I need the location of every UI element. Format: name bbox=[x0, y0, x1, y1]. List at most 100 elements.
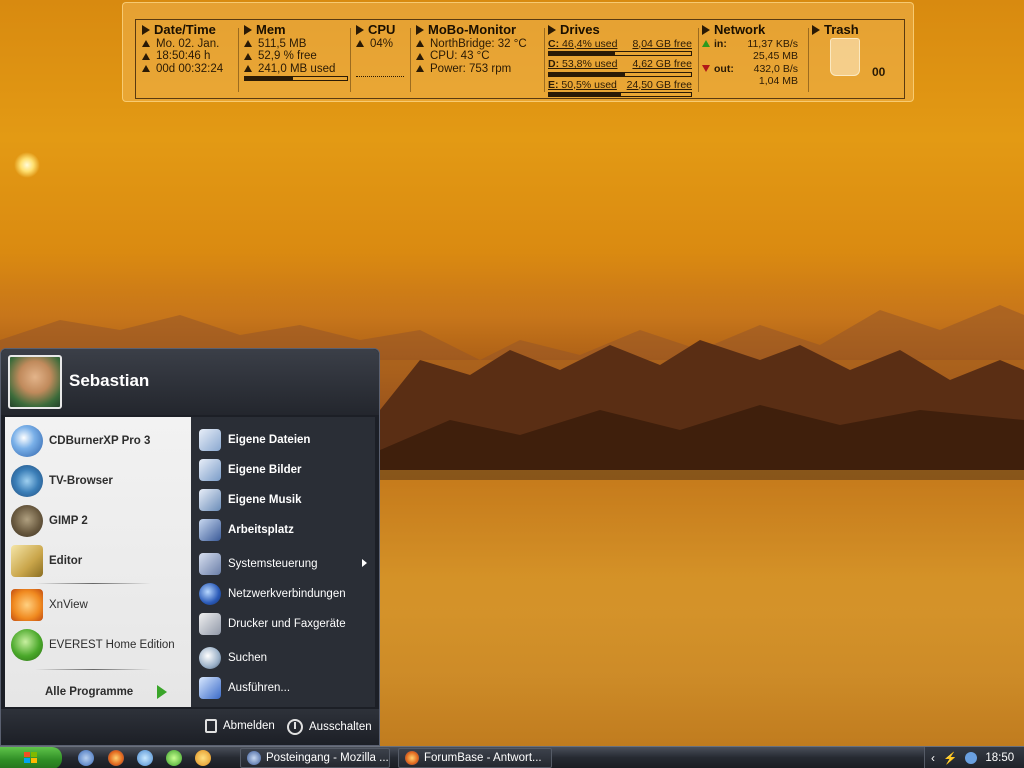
program-label: XnView bbox=[49, 599, 88, 611]
cpu-title: CPU bbox=[368, 22, 396, 37]
place-label: Eigene Bilder bbox=[228, 464, 302, 476]
drives-title: Drives bbox=[560, 22, 600, 37]
program-tv-browser[interactable]: TV-Browser bbox=[11, 465, 113, 497]
expand-icon bbox=[142, 25, 150, 36]
quicklaunch-app2-icon[interactable] bbox=[166, 750, 182, 766]
program-gimp[interactable]: GIMP 2 bbox=[11, 505, 88, 537]
notepad-icon bbox=[11, 545, 43, 577]
documents-icon bbox=[199, 429, 221, 451]
place-my-music[interactable]: Eigene Musik bbox=[199, 489, 302, 511]
logoff-button[interactable]: Abmelden bbox=[205, 719, 275, 733]
drive-usage-fill bbox=[549, 52, 615, 55]
quicklaunch-app3-icon[interactable] bbox=[195, 750, 211, 766]
mem-header[interactable]: Mem bbox=[244, 23, 348, 37]
printer-icon bbox=[199, 613, 221, 635]
system-control-panel[interactable]: Systemsteuerung bbox=[199, 553, 318, 575]
firefox-icon bbox=[405, 751, 419, 765]
program-label: GIMP 2 bbox=[49, 515, 88, 527]
divider bbox=[350, 28, 351, 92]
system-printers[interactable]: Drucker und Faxgeräte bbox=[199, 613, 346, 635]
drive-e[interactable]: E: 50,5% used 24,50 GB free bbox=[548, 79, 696, 97]
quicklaunch-app-icon[interactable] bbox=[137, 750, 153, 766]
place-my-computer[interactable]: Arbeitsplatz bbox=[199, 519, 294, 541]
mobo-header[interactable]: MoBo-Monitor bbox=[416, 23, 542, 37]
cpu-header[interactable]: CPU bbox=[356, 22, 406, 37]
divider bbox=[698, 28, 699, 92]
tray-expand-chevron-icon[interactable]: ‹ bbox=[931, 751, 935, 765]
place-my-pictures[interactable]: Eigene Bilder bbox=[199, 459, 302, 481]
drive-d[interactable]: D: 53,8% used 4,62 GB free bbox=[548, 58, 696, 77]
task-label: ForumBase - Antwort... bbox=[424, 752, 542, 764]
bullet-icon bbox=[416, 52, 424, 60]
network-title: Network bbox=[714, 22, 766, 37]
program-label: CDBurnerXP Pro 3 bbox=[49, 435, 151, 447]
menu-divider bbox=[35, 669, 151, 670]
place-label: Eigene Dateien bbox=[228, 434, 311, 446]
drive-usage-fill bbox=[549, 93, 621, 96]
mem-usage-bar bbox=[244, 76, 348, 81]
bullet-icon bbox=[244, 52, 252, 60]
menu-divider bbox=[35, 583, 151, 584]
start-menu-header: Sebastian bbox=[1, 349, 379, 415]
mobo-panel: MoBo-Monitor NorthBridge: 32 °C CPU: 43 … bbox=[416, 23, 542, 75]
datetime-header[interactable]: Date/Time bbox=[142, 23, 238, 37]
quicklaunch-firefox-icon[interactable] bbox=[108, 750, 124, 766]
clock[interactable]: 18:50 bbox=[985, 752, 1014, 764]
recycle-bin-icon[interactable] bbox=[830, 38, 860, 76]
logoff-label: Abmelden bbox=[223, 720, 275, 732]
drive-used: 46,4% used bbox=[562, 37, 618, 50]
program-editor[interactable]: Editor bbox=[11, 545, 82, 577]
wallpaper-sun bbox=[14, 152, 40, 178]
cpu-value: 04% bbox=[370, 37, 394, 50]
system-search[interactable]: Suchen bbox=[199, 647, 267, 669]
uptime-value: 00d 00:32:24 bbox=[156, 62, 224, 75]
network-header[interactable]: Network bbox=[702, 22, 806, 37]
place-my-documents[interactable]: Eigene Dateien bbox=[199, 429, 310, 451]
windows-logo-icon bbox=[24, 752, 37, 763]
bullet-icon bbox=[416, 65, 424, 73]
tray-lightning-icon[interactable]: ⚡ bbox=[943, 751, 957, 765]
music-icon bbox=[199, 489, 221, 511]
system-network-connections[interactable]: Netzwerkverbindungen bbox=[199, 583, 346, 605]
wallpaper-water bbox=[376, 470, 1024, 750]
drive-free: 8,04 GB free bbox=[632, 37, 692, 50]
task-thunderbird[interactable]: Posteingang - Mozilla ... bbox=[240, 748, 390, 768]
power-icon bbox=[287, 719, 303, 735]
system-label: Netzwerkverbindungen bbox=[228, 588, 346, 600]
program-xnview[interactable]: XnView bbox=[11, 589, 88, 621]
all-programs-button[interactable]: Alle Programme bbox=[45, 685, 168, 699]
task-firefox[interactable]: ForumBase - Antwort... bbox=[398, 748, 552, 768]
drive-c[interactable]: C: 46,4% used 8,04 GB free bbox=[548, 37, 696, 56]
trash-count: 00 bbox=[872, 65, 886, 79]
download-arrow-icon bbox=[702, 40, 710, 48]
run-icon bbox=[199, 677, 221, 699]
trash-header[interactable]: Trash bbox=[812, 23, 902, 37]
bullet-icon bbox=[244, 40, 252, 48]
computer-icon bbox=[199, 519, 221, 541]
program-everest[interactable]: EVEREST Home Edition bbox=[11, 629, 175, 661]
net-out-total: 1,04 MB bbox=[758, 75, 798, 87]
trash-panel: Trash 00 bbox=[812, 23, 902, 96]
drive-used: 53,8% used bbox=[562, 58, 618, 70]
thunderbird-icon bbox=[247, 751, 261, 765]
drives-header[interactable]: Drives bbox=[548, 22, 696, 37]
program-cdburnerxp[interactable]: CDBurnerXP Pro 3 bbox=[11, 425, 150, 457]
tray-app-icon[interactable] bbox=[965, 752, 978, 764]
system-label: Systemsteuerung bbox=[228, 558, 318, 570]
system-label: Drucker und Faxgeräte bbox=[228, 618, 346, 630]
expand-icon bbox=[416, 25, 424, 36]
user-avatar[interactable] bbox=[8, 355, 62, 409]
shutdown-button[interactable]: Ausschalten bbox=[287, 719, 372, 735]
mem-total: 511,5 MB bbox=[258, 37, 307, 50]
expand-icon bbox=[356, 25, 364, 36]
system-run[interactable]: Ausführen... bbox=[199, 677, 290, 699]
network-panel: Network in: 11,37 KB/s 25,45 MB out: 432,0… bbox=[702, 22, 806, 88]
quicklaunch-mail-icon[interactable] bbox=[78, 750, 94, 766]
drive-letter: C: bbox=[548, 37, 560, 50]
start-button[interactable] bbox=[0, 747, 62, 768]
divider bbox=[544, 28, 545, 92]
cpu-temp: CPU: 43 °C bbox=[430, 50, 490, 62]
bullet-icon bbox=[142, 65, 150, 73]
network-connections-icon bbox=[199, 583, 221, 605]
places-pane: Eigene Dateien Eigene Bilder Eigene Musi… bbox=[191, 417, 375, 707]
